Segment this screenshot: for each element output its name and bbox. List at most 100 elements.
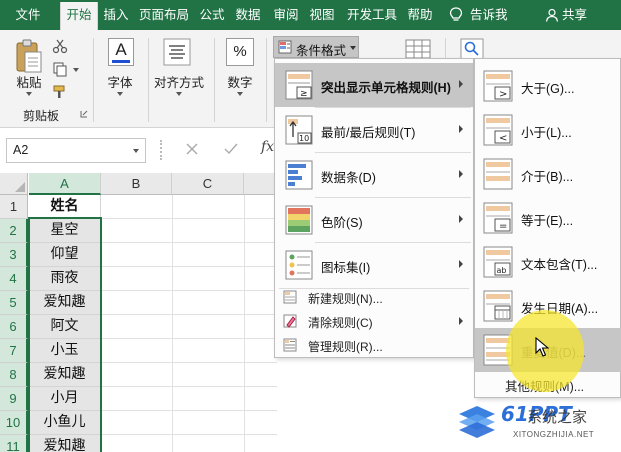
insert-function-icon[interactable]: fx [261,139,274,155]
submenu-arrow-icon [459,80,463,88]
select-all-corner[interactable] [0,173,28,195]
copy-icon[interactable] [52,61,68,77]
data-bars-icon [285,160,313,190]
copy-dropdown-caret[interactable] [73,68,79,72]
row-header[interactable]: 5 [0,291,28,315]
share-user-icon [545,8,559,22]
column-header-d[interactable] [244,173,277,195]
row-header[interactable]: 3 [0,243,28,267]
svg-text:10: 10 [299,134,309,143]
menu-item-clear-rules[interactable]: 清除规则(C) [275,309,473,333]
font-group-button[interactable]: 字体 [100,72,140,91]
tab-help[interactable]: 帮助 [404,0,436,30]
tell-me-search[interactable]: 告诉我 [470,0,518,30]
table-cell[interactable]: 爱知趣 [29,435,101,452]
alignment-dropdown-caret[interactable] [176,92,182,96]
align-icon[interactable] [163,38,191,66]
submenu-item-less-than[interactable]: < 小于(L)... [475,108,621,152]
name-box-dropdown-caret[interactable] [133,149,139,153]
menu-item-new-rule[interactable]: 新建规则(N)... [275,285,473,309]
font-icon[interactable]: A [108,38,134,66]
share-button[interactable]: 共享 [562,0,592,30]
ribbon-tab-bar: 文件 开始 插入 页面布局 公式 数据 审阅 视图 开发工具 帮助 告诉我 共享 [0,0,621,30]
menu-item-highlight-cells-rules[interactable]: ≥ 突出显示单元格规则(H) [275,63,473,107]
cut-icon[interactable] [52,38,68,54]
find-icon[interactable] [460,38,484,60]
header-cell[interactable]: 姓名 [29,195,101,219]
menu-item-top-bottom-rules[interactable]: 10 最前/最后规则(T) [275,108,473,152]
row-header[interactable]: 2 [0,219,28,243]
alignment-group-button[interactable]: 对齐方式 [150,72,208,91]
tab-page-layout[interactable]: 页面布局 [136,0,192,30]
number-group-button[interactable]: 数字 [220,72,260,91]
watermark-logo-icon [459,406,495,438]
tab-data[interactable]: 数据 [232,0,264,30]
row-header[interactable]: 6 [0,315,28,339]
percent-icon[interactable]: % [226,38,254,66]
submenu-item-label: 介于(B)... [521,170,574,184]
gridline [101,386,277,387]
highlight-cells-rules-icon: ≥ [285,70,313,100]
svg-text:≥: ≥ [300,89,308,99]
watermark-site: XITONGZHIJIA.NET [513,430,595,439]
column-header-a[interactable]: A [29,173,101,195]
conditional-formatting-button[interactable]: 条件格式 [273,36,359,58]
table-cell[interactable]: 小玉 [29,339,101,363]
paste-button[interactable]: 粘贴 [14,72,44,91]
cancel-formula-icon[interactable] [186,143,198,155]
column-header-b[interactable]: B [101,173,172,195]
gridline [101,314,277,315]
dialog-launcher-icon[interactable] [80,110,88,118]
row-header[interactable]: 1 [0,195,28,219]
table-cell[interactable]: 爱知趣 [29,363,101,387]
table-cell[interactable]: 星空 [29,219,101,243]
tab-review[interactable]: 审阅 [270,0,302,30]
paste-dropdown-caret[interactable] [26,92,32,96]
conditional-formatting-menu: ≥ 突出显示单元格规则(H) 10 最前/最后规则(T) 数据条(D) 色阶(S… [274,58,474,358]
menu-item-data-bars[interactable]: 数据条(D) [275,153,473,197]
menu-item-label: 新建规则(N)... [308,292,383,306]
table-cell[interactable]: 仰望 [29,243,101,267]
table-cell[interactable]: 小鱼儿 [29,411,101,435]
clipboard-group-label: 剪贴板 [22,109,59,123]
menu-item-color-scales[interactable]: 色阶(S) [275,198,473,242]
submenu-item-equal-to[interactable]: = 等于(E)... [475,196,621,240]
tab-view[interactable]: 视图 [306,0,338,30]
row-header[interactable]: 4 [0,267,28,291]
submenu-item-text-contains[interactable]: ab 文本包含(T)... [475,240,621,284]
tab-file[interactable]: 文件 [6,0,50,30]
table-cell[interactable]: 雨夜 [29,267,101,291]
enter-formula-icon[interactable] [224,143,238,155]
name-box[interactable]: A2 [6,138,146,163]
submenu-item-greater-than[interactable]: > 大于(G)... [475,64,621,108]
formula-bar-grip[interactable] [160,140,162,160]
cf-dropdown-caret [350,46,356,50]
row-header[interactable]: 10 [0,411,28,435]
row-header[interactable]: 9 [0,387,28,411]
paste-icon[interactable] [14,38,44,74]
table-cell[interactable]: 小月 [29,387,101,411]
format-painter-icon[interactable] [52,84,68,100]
submenu-item-between[interactable]: 介于(B)... [475,152,621,196]
font-dropdown-caret[interactable] [117,92,123,96]
row-header[interactable]: 8 [0,363,28,387]
table-cell[interactable]: 阿文 [29,315,101,339]
clear-rules-icon [283,314,297,328]
submenu-arrow-icon [459,215,463,223]
row-header[interactable]: 7 [0,339,28,363]
gridline [244,195,245,452]
column-header-c[interactable]: C [172,173,244,195]
submenu-item-label: 小于(L)... [521,126,572,140]
cells-icon[interactable] [404,38,432,60]
menu-item-manage-rules[interactable]: 管理规则(R)... [275,333,473,357]
tab-formulas[interactable]: 公式 [196,0,228,30]
table-cell[interactable]: 爱知趣 [29,291,101,315]
gridline [101,338,277,339]
menu-item-icon-sets[interactable]: 图标集(I) [275,243,473,287]
tab-developer[interactable]: 开发工具 [342,0,402,30]
tab-home[interactable]: 开始 [60,2,98,30]
menu-item-label: 突出显示单元格规则(H) [321,81,451,95]
tab-insert[interactable]: 插入 [100,0,132,30]
row-header[interactable]: 11 [0,435,28,452]
number-dropdown-caret[interactable] [237,92,243,96]
